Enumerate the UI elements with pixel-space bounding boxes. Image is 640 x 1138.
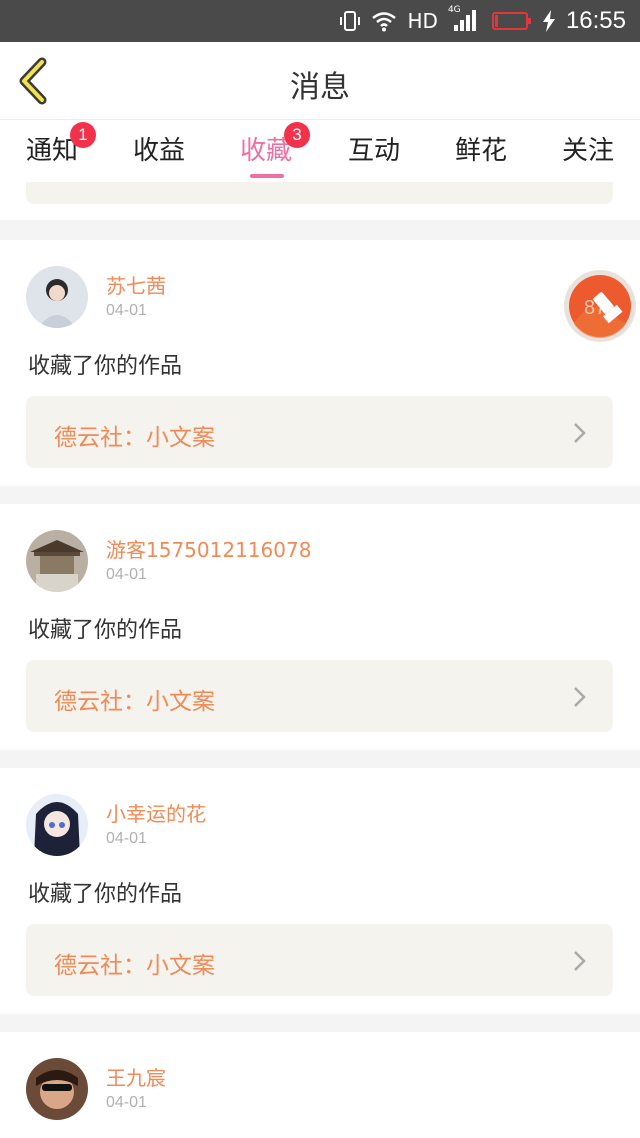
chevron-right-icon (574, 423, 586, 443)
avatar[interactable] (26, 530, 88, 592)
tab-label: 收益 (132, 136, 185, 166)
active-tab-indicator (250, 174, 284, 178)
notification-badge: 1 (70, 122, 96, 148)
user-name[interactable]: 小幸运的花 (106, 798, 206, 827)
user-name[interactable]: 王九宸 (106, 1062, 166, 1091)
clock: 16:55 (565, 7, 626, 34)
work-card[interactable]: 德云社：小文案 (26, 660, 613, 732)
tab-bar: 通知 1 收益 收藏 3 互动 鲜花 关注 (0, 120, 640, 182)
list-item: 苏七茜 04-01 收藏了你的作品 德云社：小文案 (0, 240, 640, 486)
post-date: 04-01 (106, 830, 147, 847)
tab-favorites[interactable]: 收藏 3 (226, 122, 310, 178)
work-title: 德云社：小文案 (54, 425, 215, 451)
post-date: 04-01 (106, 302, 147, 319)
list-item: 游客1575012116078 04-01 收藏了你的作品 德云社：小文案 (0, 504, 640, 750)
tab-label: 收藏 (239, 136, 292, 166)
tab-following[interactable]: 关注 (548, 130, 628, 167)
tab-interaction[interactable]: 互动 (334, 130, 414, 167)
action-text: 收藏了你的作品 (28, 882, 183, 907)
notification-badge: 3 (284, 122, 310, 148)
tab-label: 关注 (561, 136, 614, 166)
post-date: 04-01 (106, 1094, 147, 1111)
tab-notify[interactable]: 通知 1 (12, 122, 96, 167)
avatar[interactable] (26, 794, 88, 856)
network-label: HD (407, 9, 438, 33)
battery-icon (491, 12, 531, 30)
work-title: 德云社：小文案 (54, 953, 215, 979)
action-text: 收藏了你的作品 (28, 354, 183, 379)
work-card-partial[interactable] (26, 182, 613, 204)
tab-label: 鲜花 (454, 136, 507, 166)
work-title: 德云社：小文案 (54, 689, 215, 715)
status-bar: HD 4G 16:55 (0, 0, 640, 42)
chevron-right-icon (574, 951, 586, 971)
tab-flowers[interactable]: 鲜花 (441, 130, 521, 167)
list-item-partial (0, 182, 640, 220)
page-title: 消息 (290, 70, 350, 105)
list-item: 小幸运的花 04-01 收藏了你的作品 德云社：小文案 (0, 768, 640, 1014)
work-card[interactable]: 德云社：小文案 (26, 924, 613, 996)
chevron-right-icon (574, 687, 586, 707)
action-text: 收藏了你的作品 (28, 618, 183, 643)
header: 消息 (0, 42, 640, 120)
avatar[interactable] (26, 1058, 88, 1120)
user-name[interactable]: 苏七茜 (106, 270, 166, 299)
floating-action-button[interactable]: 87 (562, 264, 638, 348)
tab-label: 互动 (347, 136, 400, 166)
tab-earnings[interactable]: 收益 (119, 130, 199, 167)
wifi-icon (372, 12, 397, 32)
charging-icon (542, 10, 555, 32)
work-card[interactable]: 德云社：小文案 (26, 396, 613, 468)
avatar[interactable] (26, 266, 88, 328)
tab-label: 通知 (25, 136, 78, 166)
vibrate-icon (340, 11, 361, 31)
list-item: 王九宸 04-01 (0, 1032, 640, 1138)
signal-icon: 4G (448, 5, 482, 33)
user-name[interactable]: 游客1575012116078 (106, 534, 311, 563)
post-date: 04-01 (106, 566, 147, 583)
